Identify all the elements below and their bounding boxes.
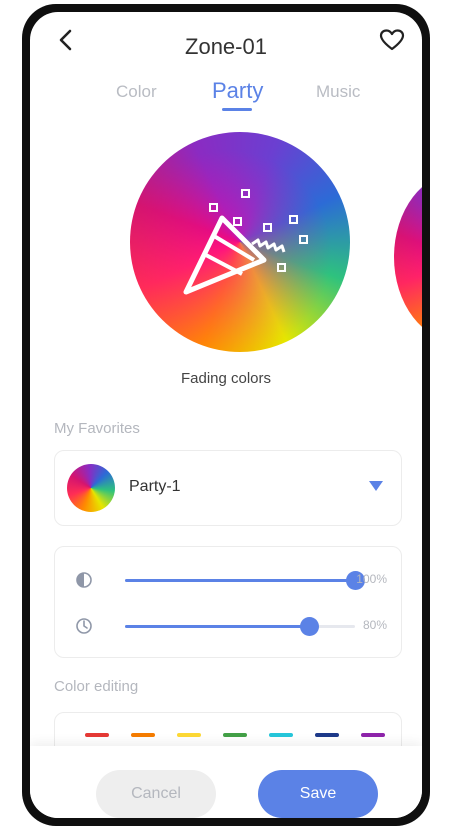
chevron-down-icon[interactable] (369, 481, 383, 491)
effect-caption: Fading colors (180, 370, 272, 387)
effect-carousel[interactable] (30, 132, 422, 372)
tab-party[interactable]: Party (212, 78, 263, 104)
speed-icon (76, 618, 92, 634)
party-popper-icon (183, 189, 308, 295)
brightness-fill (125, 579, 355, 582)
effect-disc-next[interactable] (394, 172, 422, 342)
speed-slider[interactable] (125, 617, 355, 636)
color-swatch[interactable] (269, 733, 293, 737)
color-swatch[interactable] (223, 733, 247, 737)
favorite-thumbnail (67, 464, 115, 512)
favorite-name: Party-1 (129, 478, 181, 495)
cancel-button[interactable]: Cancel (96, 770, 216, 818)
app-screen: Zone-01 Color Party Music Fading colors … (30, 12, 422, 818)
color-swatch[interactable] (361, 733, 385, 737)
color-swatch[interactable] (85, 733, 109, 737)
brightness-slider[interactable] (125, 571, 365, 590)
speed-row: 80% (55, 611, 401, 641)
favorites-dropdown[interactable]: Party-1 (54, 450, 402, 526)
header: Zone-01 Color Party Music (30, 12, 422, 122)
brightness-icon (76, 572, 92, 588)
color-swatch[interactable] (131, 733, 155, 737)
tab-music[interactable]: Music (316, 82, 360, 102)
speed-fill (125, 625, 309, 628)
speed-value: 80% (362, 618, 387, 632)
speed-thumb[interactable] (300, 617, 319, 636)
tab-color[interactable]: Color (116, 82, 157, 102)
footer-bar: Cancel Save (30, 746, 422, 818)
heart-icon[interactable] (378, 26, 406, 54)
color-swatch[interactable] (315, 733, 339, 737)
sliders-panel: 100% 80% (54, 546, 402, 658)
page-title: Zone-01 (185, 34, 267, 59)
color-swatch[interactable] (177, 733, 201, 737)
active-tab-indicator (222, 108, 252, 111)
brightness-row: 100% (55, 565, 401, 595)
favorites-label: My Favorites (54, 420, 140, 437)
save-button[interactable]: Save (258, 770, 378, 818)
color-editing-label: Color editing (54, 678, 139, 695)
phone-frame: Zone-01 Color Party Music Fading colors … (22, 4, 430, 826)
brightness-value: 100% (356, 572, 387, 586)
